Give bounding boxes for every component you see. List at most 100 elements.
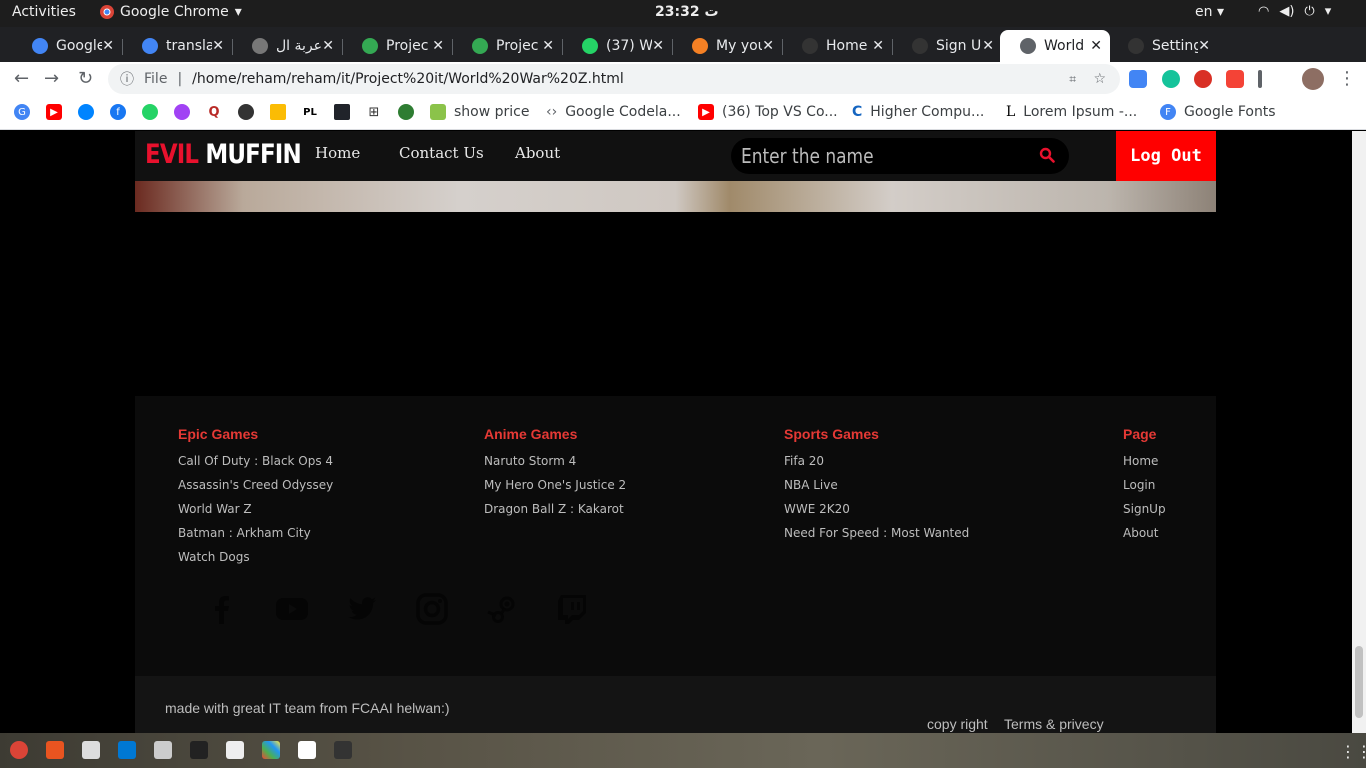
bookmark-pl[interactable]: PL — [302, 104, 318, 120]
bookmark-fonts[interactable]: F Google Fonts — [1160, 104, 1276, 120]
vscode-dock-icon[interactable] — [118, 741, 136, 759]
footer-link[interactable]: World War Z — [178, 497, 333, 521]
grammarly-ext-icon[interactable] — [1162, 70, 1180, 88]
nav-home[interactable]: Home — [315, 144, 360, 162]
site-logo[interactable]: EVIL MUFFIN — [145, 139, 302, 170]
bookmark-quora[interactable]: Q — [206, 104, 222, 120]
instagram-icon[interactable] — [415, 592, 449, 626]
nav-contact-us[interactable]: Contact Us — [399, 144, 484, 162]
bookmark-purple[interactable] — [174, 104, 190, 120]
twitch-icon[interactable] — [555, 592, 589, 626]
footer-link[interactable]: Assassin's Creed Odyssey — [178, 473, 333, 497]
footer-link[interactable]: Home — [1123, 449, 1166, 473]
bookmark-codelabs[interactable]: ‹› Google Codela... — [546, 104, 681, 120]
footer-link[interactable]: Login — [1123, 473, 1166, 497]
browser-tab[interactable]: Google ✕ — [12, 30, 122, 62]
jetbrains-dock-icon[interactable] — [190, 741, 208, 759]
footer-link[interactable]: Dragon Ball Z : Kakarot — [484, 497, 626, 521]
search-icon[interactable] — [1039, 147, 1055, 163]
screencast-ext-icon[interactable] — [1226, 70, 1244, 88]
tab-close-icon[interactable]: ✕ — [212, 38, 224, 54]
bookmark-top-vs[interactable]: ▶ (36) Top VS Co... — [698, 104, 838, 120]
browser-tab[interactable]: (37) Wh✕ — [562, 30, 672, 62]
tab-close-icon[interactable]: ✕ — [432, 38, 444, 54]
app-menu[interactable]: Google Chrome ▾ — [100, 4, 242, 20]
browser-tab[interactable]: Setting ✕ — [1108, 30, 1218, 62]
bookmark-higher[interactable]: C Higher Compu... — [852, 104, 984, 120]
bookmark-facebook[interactable]: f — [110, 104, 126, 120]
tab-close-icon[interactable]: ✕ — [652, 38, 664, 54]
tab-close-icon[interactable]: ✕ — [542, 38, 554, 54]
page-scrollbar[interactable] — [1352, 131, 1366, 733]
chrome-dock-icon[interactable] — [10, 741, 28, 759]
twitter-icon[interactable] — [345, 592, 379, 626]
forward-button[interactable]: → — [44, 68, 59, 89]
info-icon[interactable]: ⓘ — [120, 69, 134, 89]
software-center-dock-icon[interactable] — [46, 741, 64, 759]
terms-link[interactable]: Terms & privecy — [1004, 716, 1104, 732]
screenshot-dock-icon[interactable] — [154, 741, 172, 759]
system-tray[interactable]: ◠ ◀) ⏻ ▾ — [1258, 4, 1331, 19]
menu-kebab-icon[interactable]: ⋮ — [1338, 68, 1356, 89]
browser-tab[interactable]: Home ✕ — [782, 30, 892, 62]
browser-tab[interactable]: عربة ال ✕ — [232, 30, 342, 62]
footer-link[interactable]: My Hero One's Justice 2 — [484, 473, 626, 497]
games-dock-icon[interactable] — [262, 741, 280, 759]
bookmark-google[interactable]: G — [14, 104, 30, 120]
nav-about[interactable]: About — [515, 144, 560, 162]
tab-close-icon[interactable]: ✕ — [1198, 38, 1210, 54]
google-translate-ext-icon[interactable] — [1129, 70, 1147, 88]
bookmark-youtube[interactable]: ▶ — [46, 104, 62, 120]
footer-link[interactable]: Watch Dogs — [178, 545, 333, 569]
browser-tab[interactable]: Sign Up✕ — [892, 30, 1002, 62]
bookmark-drive[interactable] — [270, 104, 286, 120]
clock[interactable]: 23:32 ت — [655, 4, 719, 20]
bookmark-messenger[interactable] — [78, 104, 94, 120]
terminal-dock-icon[interactable] — [334, 741, 352, 759]
tab-close-icon[interactable]: ✕ — [102, 38, 114, 54]
tab-close-icon[interactable]: ✕ — [982, 38, 994, 54]
document-dock-icon[interactable] — [298, 741, 316, 759]
tab-close-icon[interactable]: ✕ — [322, 38, 334, 54]
language-indicator[interactable]: en ▾ — [1195, 4, 1224, 20]
bookmark-openai[interactable] — [238, 104, 254, 120]
browser-tab[interactable]: transla ✕ — [122, 30, 232, 62]
bookmark-react[interactable] — [334, 104, 350, 120]
logout-button[interactable]: Log Out — [1116, 131, 1216, 181]
copyright-link[interactable]: copy right — [927, 716, 988, 732]
profile-avatar[interactable] — [1302, 68, 1324, 90]
bookmark-book[interactable]: ⊞ — [366, 104, 382, 120]
browser-tab[interactable]: Projec ✕ — [452, 30, 562, 62]
text-editor-dock-icon[interactable] — [226, 741, 244, 759]
footer-link[interactable]: Fifa 20 — [784, 449, 969, 473]
browser-tab[interactable]: My you ✕ — [672, 30, 782, 62]
browser-tab[interactable]: World ✕ — [1000, 30, 1110, 62]
bookmark-show-price[interactable]: show price — [430, 104, 529, 120]
facebook-icon[interactable] — [205, 592, 239, 626]
address-bar[interactable]: ⓘ File | /home/reham/reham/it/Project%20… — [108, 64, 1120, 94]
bookmark-star-icon[interactable]: ☆ — [1093, 71, 1106, 87]
translate-icon[interactable]: ⌗ — [1069, 72, 1076, 87]
youtube-icon[interactable] — [275, 592, 309, 626]
tab-close-icon[interactable]: ✕ — [1090, 38, 1102, 54]
footer-link[interactable]: WWE 2K20 — [784, 497, 969, 521]
files-dock-icon[interactable] — [82, 741, 100, 759]
search-input[interactable] — [741, 142, 988, 170]
footer-link[interactable]: Batman : Arkham City — [178, 521, 333, 545]
footer-link[interactable]: Call Of Duty : Black Ops 4 — [178, 449, 333, 473]
eyedropper-ext-icon[interactable] — [1258, 70, 1262, 88]
tab-close-icon[interactable]: ✕ — [762, 38, 774, 54]
bookmark-whatsapp[interactable] — [142, 104, 158, 120]
tab-close-icon[interactable]: ✕ — [872, 38, 884, 54]
footer-link[interactable]: SignUp — [1123, 497, 1166, 521]
footer-link[interactable]: Naruto Storm 4 — [484, 449, 626, 473]
adblock-ext-icon[interactable] — [1194, 70, 1212, 88]
bookmark-gitmoji[interactable] — [398, 104, 414, 120]
footer-link[interactable]: NBA Live — [784, 473, 969, 497]
url-text[interactable]: /home/reham/reham/it/Project%20it/World%… — [192, 71, 624, 87]
back-button[interactable]: ← — [14, 68, 29, 89]
browser-tab[interactable]: Projec ✕ — [342, 30, 452, 62]
steam-icon[interactable] — [485, 592, 519, 626]
reload-button[interactable]: ↻ — [78, 68, 93, 89]
show-apps-icon[interactable]: ⋮⋮⋮ — [1340, 742, 1366, 761]
